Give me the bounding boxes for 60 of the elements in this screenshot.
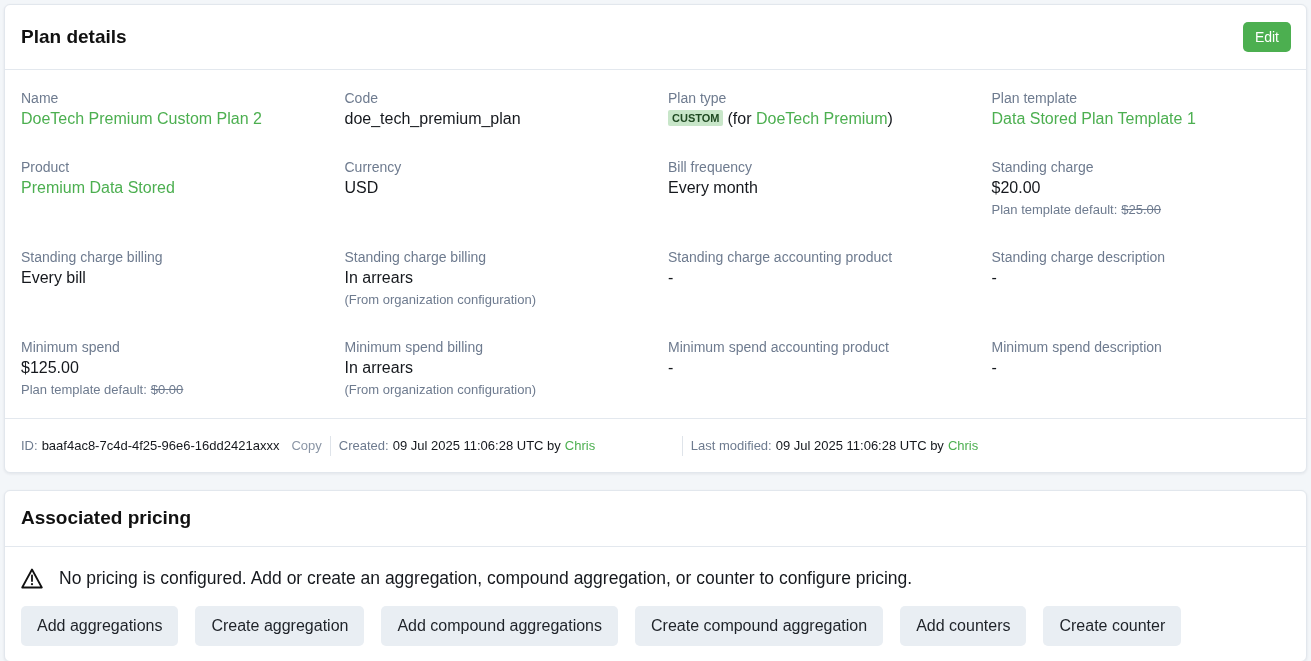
card-title: Associated pricing <box>21 507 191 530</box>
field-label: Minimum spend accounting product <box>668 338 890 357</box>
field-value: In arrears <box>344 358 414 378</box>
field-link[interactable]: Premium Data Stored <box>21 179 175 196</box>
id-label: ID: <box>21 437 38 455</box>
modified-label: Last modified: <box>690 437 772 455</box>
modified-value: 09 Jul 2025 11:06:28 UTC by <box>775 437 944 455</box>
field-label: Minimum spend <box>21 338 121 357</box>
field-label: Bill frequency <box>668 158 754 177</box>
field-label: Name <box>21 89 60 108</box>
plan-type-badge: CUSTOM <box>668 110 724 126</box>
field-value: $125.00 <box>21 358 80 378</box>
field-link[interactable]: DoeTech Premium Custom Plan 2 <box>21 110 262 127</box>
field-value: - <box>991 358 998 378</box>
field-value: Every month <box>668 178 759 198</box>
field-value: In arrears <box>344 268 414 288</box>
id-value: baaf4ac8-7c4d-4f25-96e6-16dd2421axxx <box>41 437 280 455</box>
field-label: Standing charge accounting product <box>668 248 894 267</box>
edit-button[interactable]: Edit <box>1242 22 1291 52</box>
field-label: Minimum spend description <box>991 338 1163 357</box>
field-label: Plan type <box>668 89 728 108</box>
copy-link[interactable]: Copy <box>291 436 322 456</box>
field-note: (From organization configuration) <box>344 381 537 399</box>
field-label: Standing charge billing <box>21 248 164 267</box>
field-value: doe_tech_premium_plan <box>344 109 522 129</box>
field-value: - <box>991 268 998 288</box>
pricing-action-button[interactable]: Add counters <box>900 606 1027 646</box>
card-title: Plan details <box>21 25 127 49</box>
field-value: - <box>668 358 675 378</box>
field-label: Code <box>344 89 379 108</box>
user-link[interactable]: Chris <box>947 436 979 456</box>
field-link[interactable]: Data Stored Plan Template 1 <box>991 110 1196 127</box>
field-label: Standing charge description <box>991 248 1167 267</box>
default-price: $25.00 <box>1121 201 1161 219</box>
pricing-action-button[interactable]: Create compound aggregation <box>635 606 884 646</box>
field-note: (From organization configuration) <box>344 291 537 309</box>
field-value: $20.00 <box>991 178 1042 198</box>
user-link[interactable]: Chris <box>564 436 596 456</box>
created-label: Created: <box>338 437 389 455</box>
field-label: Standing charge <box>991 158 1095 177</box>
pricing-action-button[interactable]: Add aggregations <box>21 606 179 646</box>
field-value: USD <box>344 178 380 198</box>
field-label: Currency <box>344 158 403 177</box>
pricing-action-button[interactable]: Create counter <box>1043 606 1182 646</box>
default-note: Plan template default: <box>21 381 147 399</box>
field-value: Every bill <box>21 268 87 288</box>
warning-message: No pricing is configured. Add or create an aggregation, compound aggregation, or counter to configure pricing. <box>59 567 913 590</box>
field-label: Plan template <box>991 89 1079 108</box>
created-value: 09 Jul 2025 11:06:28 UTC by <box>392 437 561 455</box>
warning-icon <box>21 567 43 589</box>
pricing-action-button[interactable]: Add compound aggregations <box>381 606 618 646</box>
field-label: Product <box>21 158 71 177</box>
default-price: $0.00 <box>150 381 184 399</box>
field-label: Standing charge billing <box>344 248 488 267</box>
field-label: Minimum spend billing <box>344 338 484 357</box>
plan-type-value: (for DoeTech Premium) <box>727 110 893 127</box>
field-value: - <box>668 268 675 288</box>
pricing-action-button[interactable]: Create aggregation <box>195 606 365 646</box>
default-note: Plan template default: <box>991 201 1118 219</box>
plan-link[interactable]: DoeTech Premium <box>755 110 888 127</box>
